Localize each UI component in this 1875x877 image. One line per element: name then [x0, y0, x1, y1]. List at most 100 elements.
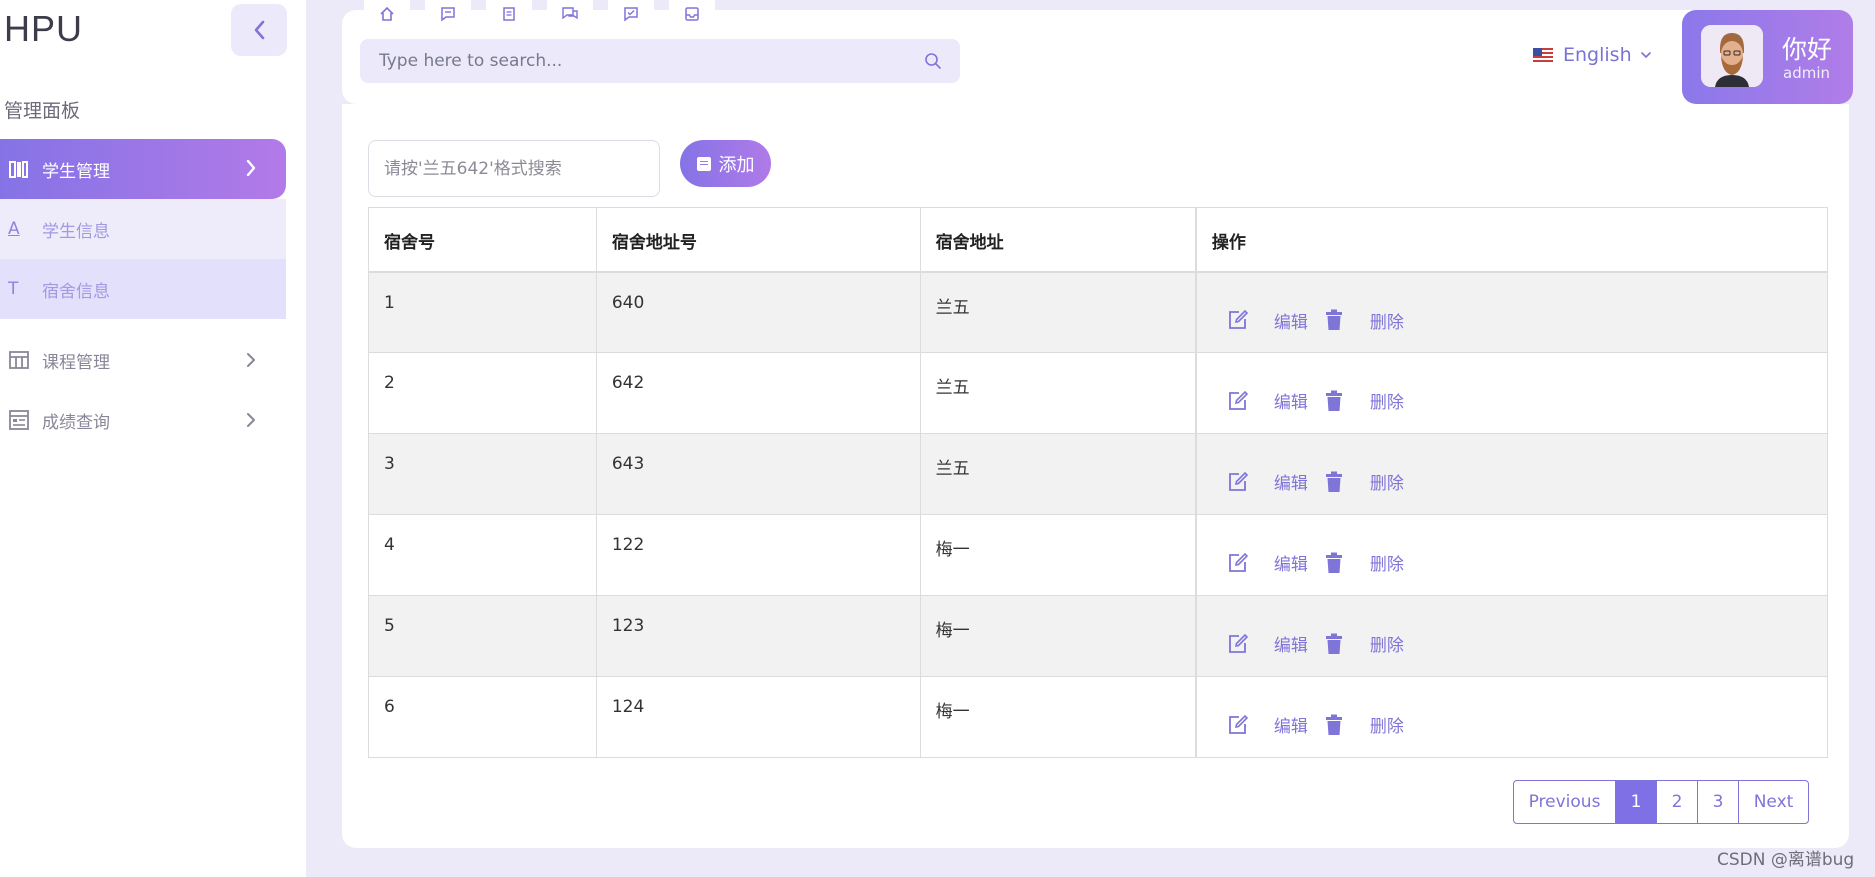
- chevron-left-icon: [254, 20, 265, 40]
- cell-dorm-id: 2: [368, 352, 597, 434]
- column-header: 操作: [1194, 207, 1828, 273]
- avatar: [1701, 25, 1763, 87]
- sidebar-item-label: 宿舍信息: [42, 281, 110, 302]
- check-message-icon[interactable]: [608, 0, 654, 28]
- language-label: English: [1563, 44, 1632, 66]
- trash-icon[interactable]: [1323, 309, 1345, 331]
- cell-address: 兰五: [919, 271, 1197, 353]
- page-1-button[interactable]: 1: [1615, 781, 1656, 823]
- table-icon: [8, 349, 30, 371]
- app-logo: HPU: [4, 8, 84, 49]
- next-page-button[interactable]: Next: [1738, 781, 1808, 823]
- page-2-button[interactable]: 2: [1656, 781, 1697, 823]
- chevron-right-icon: [247, 413, 255, 427]
- sidebar-item-label: 课程管理: [42, 352, 110, 373]
- delete-button[interactable]: 删除: [1370, 712, 1404, 737]
- edit-button[interactable]: 编辑: [1274, 308, 1308, 333]
- chat-icon[interactable]: [547, 0, 593, 28]
- books-icon: [8, 158, 30, 180]
- sidebar-item-label: 学生信息: [42, 221, 110, 242]
- trash-icon[interactable]: [1323, 552, 1345, 574]
- cell-address-no: 642: [595, 352, 921, 434]
- sidebar-item-grade-query[interactable]: 成绩查询: [0, 400, 286, 440]
- search-icon[interactable]: [924, 52, 942, 70]
- cell-address-no: 124: [595, 676, 921, 758]
- pagination: Previous 1 2 3 Next: [1513, 780, 1809, 824]
- add-icon: [696, 156, 711, 171]
- cell-actions: 编辑 删除: [1194, 514, 1828, 596]
- home-icon[interactable]: [364, 0, 410, 28]
- edit-button[interactable]: 编辑: [1274, 388, 1308, 413]
- sidebar-item-course-management[interactable]: 课程管理: [0, 340, 286, 380]
- edit-icon[interactable]: [1227, 309, 1249, 331]
- delete-button[interactable]: 删除: [1370, 550, 1404, 575]
- trash-icon[interactable]: [1323, 714, 1345, 736]
- column-header: 宿舍号: [368, 207, 597, 273]
- table-row: 4 122 梅一 编辑 删除: [368, 514, 1828, 596]
- cell-address: 梅一: [919, 595, 1197, 677]
- watermark: CSDN @离谱bug: [1717, 850, 1855, 870]
- cell-address-no: 123: [595, 595, 921, 677]
- cell-address: 兰五: [919, 433, 1197, 515]
- trash-icon[interactable]: [1323, 390, 1345, 412]
- language-selector[interactable]: English: [1533, 44, 1652, 66]
- collapse-sidebar-button[interactable]: [231, 4, 287, 56]
- edit-button[interactable]: 编辑: [1274, 631, 1308, 656]
- cell-dorm-id: 4: [368, 514, 597, 596]
- delete-button[interactable]: 删除: [1370, 308, 1404, 333]
- section-title: 管理面板: [4, 100, 81, 122]
- cell-address-no: 122: [595, 514, 921, 596]
- delete-button[interactable]: 删除: [1370, 388, 1404, 413]
- quick-nav: [364, 0, 730, 28]
- cell-address-no: 640: [595, 271, 921, 353]
- edit-icon[interactable]: [1227, 552, 1249, 574]
- chevron-right-icon: [247, 353, 255, 367]
- delete-button[interactable]: 删除: [1370, 631, 1404, 656]
- sidebar-item-student-management[interactable]: 学生管理: [0, 139, 286, 199]
- greeting-text: 你好: [1782, 35, 1833, 64]
- sidebar-item-student-info[interactable]: A 学生信息: [0, 199, 286, 259]
- edit-button[interactable]: 编辑: [1274, 712, 1308, 737]
- edit-icon[interactable]: [1227, 471, 1249, 493]
- message-icon[interactable]: [425, 0, 471, 28]
- search-input[interactable]: [379, 39, 899, 83]
- us-flag-icon: [1533, 48, 1553, 62]
- cell-actions: 编辑 删除: [1194, 676, 1828, 758]
- document-icon[interactable]: [486, 0, 532, 28]
- add-button[interactable]: 添加: [680, 140, 771, 187]
- edit-button[interactable]: 编辑: [1274, 469, 1308, 494]
- page-3-button[interactable]: 3: [1697, 781, 1738, 823]
- sidebar-item-label: 成绩查询: [42, 412, 110, 433]
- trash-icon[interactable]: [1323, 633, 1345, 655]
- dorm-table: 宿舍号 宿舍地址号 宿舍地址 操作 1 640 兰五 编辑 删除 2 642 兰…: [368, 207, 1828, 758]
- dorm-search-input[interactable]: [369, 141, 659, 196]
- previous-page-button[interactable]: Previous: [1514, 781, 1615, 823]
- inbox-icon[interactable]: [669, 0, 715, 28]
- username: admin: [1783, 64, 1830, 82]
- user-profile-card[interactable]: 你好 admin: [1682, 10, 1853, 104]
- report-icon: [8, 409, 30, 431]
- table-header-row: 宿舍号 宿舍地址号 宿舍地址 操作: [368, 207, 1828, 273]
- cell-actions: 编辑 删除: [1194, 595, 1828, 677]
- edit-icon[interactable]: [1227, 390, 1249, 412]
- delete-button[interactable]: 删除: [1370, 469, 1404, 494]
- cell-address: 梅一: [919, 676, 1197, 758]
- trash-icon[interactable]: [1323, 471, 1345, 493]
- dorm-search-field: [368, 140, 660, 197]
- add-button-label: 添加: [718, 154, 755, 176]
- column-header: 宿舍地址: [919, 207, 1197, 273]
- cell-actions: 编辑 删除: [1194, 271, 1828, 353]
- table-row: 5 123 梅一 编辑 删除: [368, 595, 1828, 677]
- edit-button[interactable]: 编辑: [1274, 550, 1308, 575]
- cell-dorm-id: 6: [368, 676, 597, 758]
- sidebar-item-dorm-info[interactable]: T 宿舍信息: [0, 259, 286, 319]
- edit-icon[interactable]: [1227, 633, 1249, 655]
- sidebar-item-label: 学生管理: [42, 161, 110, 182]
- cell-actions: 编辑 删除: [1194, 352, 1828, 434]
- edit-icon[interactable]: [1227, 714, 1249, 736]
- cell-dorm-id: 5: [368, 595, 597, 677]
- cell-dorm-id: 1: [368, 271, 597, 353]
- sidebar: HPU 管理面板 学生管理 A 学生信息 T 宿舍信息 课程管理 成绩查询: [0, 0, 306, 877]
- column-header: 宿舍地址号: [595, 207, 921, 273]
- global-search: [360, 39, 960, 83]
